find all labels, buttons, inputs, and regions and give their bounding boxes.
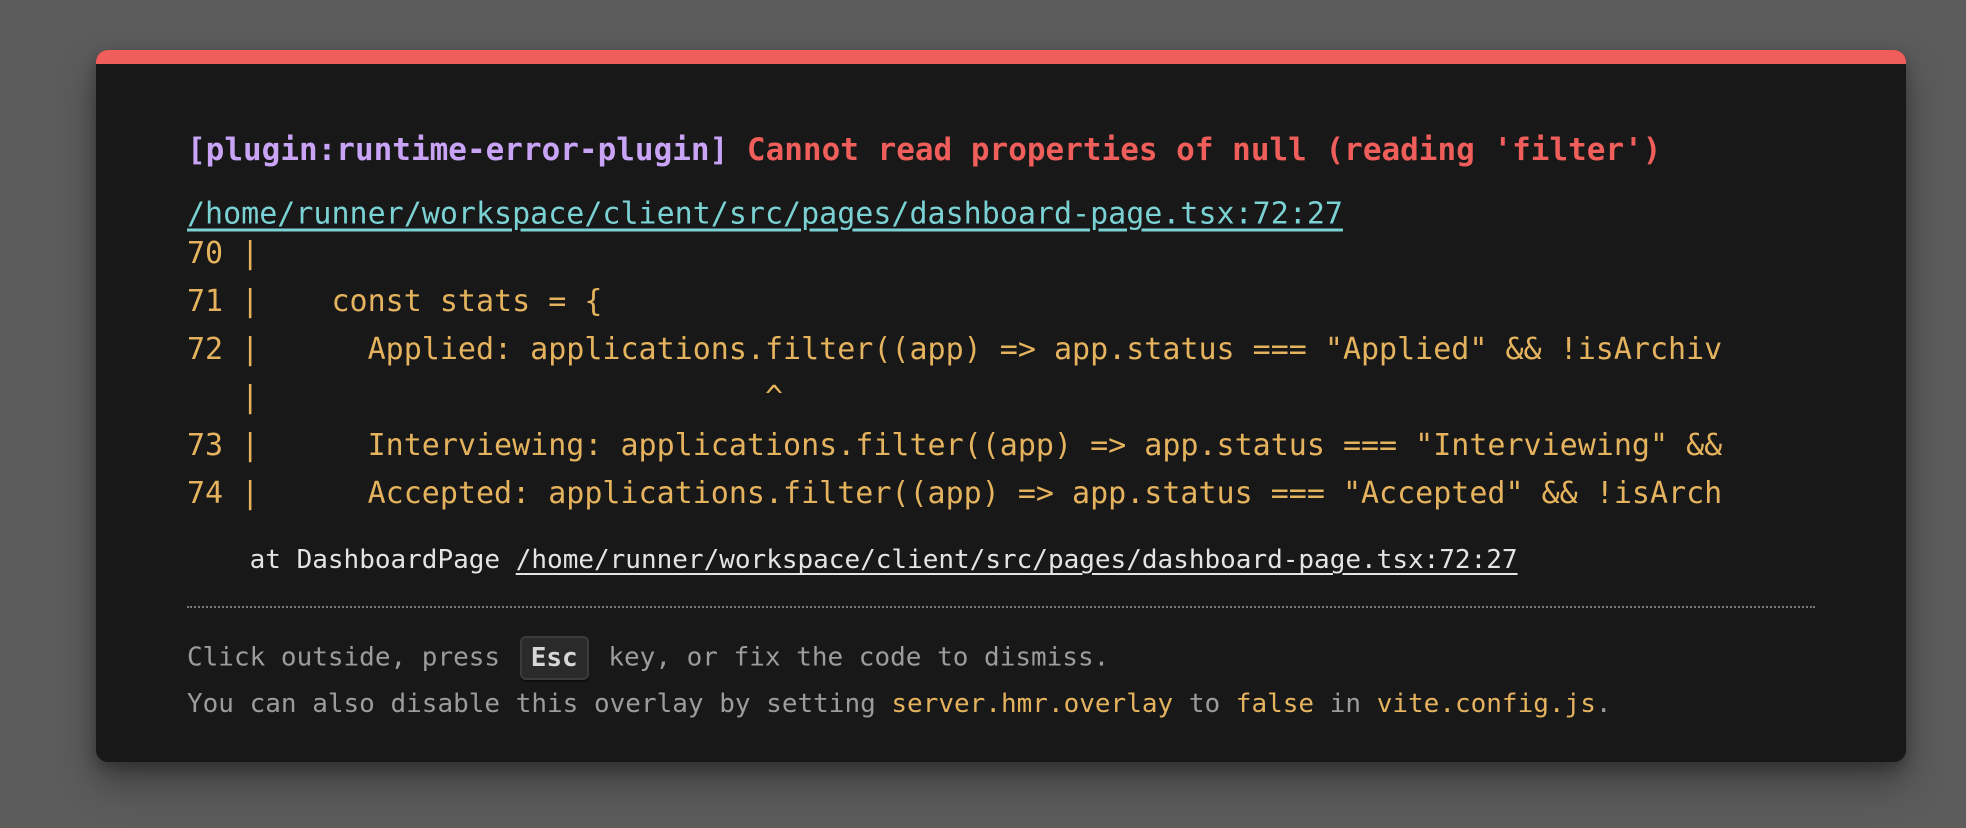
tip-text: You can also disable this overlay by set… — [187, 689, 892, 719]
error-accent-bar — [96, 50, 1906, 64]
disable-tip: You can also disable this overlay by set… — [187, 689, 1612, 719]
config-value: false — [1235, 689, 1315, 719]
code-frame-caret-line: | ^ — [187, 380, 784, 415]
config-file: vite.config.js — [1376, 689, 1596, 719]
tip-text: to — [1173, 689, 1236, 719]
tip-text: . — [1595, 689, 1612, 719]
code-frame-line: 70 | — [187, 236, 278, 271]
code-frame: 70 | 71 | const stats = { 72 | Applied: … — [187, 230, 1815, 518]
stack-prefix: at DashboardPage — [249, 545, 516, 575]
plugin-name: [plugin:runtime-error-plugin] — [187, 132, 729, 168]
error-overlay-window: [plugin:runtime-error-plugin] Cannot rea… — [96, 50, 1906, 762]
divider — [187, 606, 1815, 608]
code-frame-line: 71 | const stats = { — [187, 284, 603, 319]
tip-text-before: Click outside, press — [187, 642, 516, 673]
stack-trace: at DashboardPage /home/runner/workspace/… — [187, 545, 1518, 575]
stack-file-link[interactable]: /home/runner/workspace/client/src/pages/… — [516, 545, 1518, 575]
dismiss-tip: Click outside, press Esc key, or fix the… — [187, 636, 1109, 680]
code-frame-line: 74 | Accepted: applications.filter((app)… — [187, 476, 1723, 511]
tip-text: in — [1314, 689, 1377, 719]
tip-text-after: key, or fix the code to dismiss. — [592, 642, 1110, 673]
code-frame-line: 72 | Applied: applications.filter((app) … — [187, 332, 1723, 367]
config-key: server.hmr.overlay — [891, 689, 1174, 719]
esc-key: Esc — [519, 636, 589, 680]
error-message: [plugin:runtime-error-plugin] Cannot rea… — [187, 130, 1661, 170]
code-frame-line: 73 | Interviewing: applications.filter((… — [187, 428, 1723, 463]
error-file-link[interactable]: /home/runner/workspace/client/src/pages/… — [187, 197, 1343, 232]
error-text: Cannot read properties of null (reading … — [746, 132, 1662, 168]
